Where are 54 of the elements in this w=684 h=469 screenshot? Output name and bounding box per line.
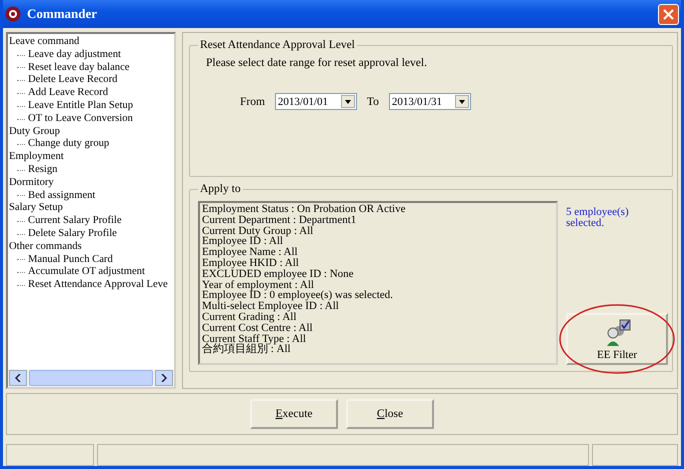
tree-node[interactable]: Leave command <box>9 36 173 49</box>
selected-count: 5 employee(s) selected. <box>566 207 630 229</box>
tree-node[interactable]: Other commands <box>9 240 173 254</box>
tree-item[interactable]: Add Leave Record <box>28 87 108 100</box>
criteria-line: Employee ID : All <box>202 236 283 248</box>
tree-item[interactable]: Bed assignment <box>28 190 96 202</box>
dropdown-caret-icon[interactable] <box>454 95 469 108</box>
tree-item[interactable]: Change duty group <box>28 138 110 152</box>
tree-item[interactable]: Leave day adjustment <box>28 48 121 62</box>
criteria-line: 合約項目組別 : All <box>202 344 292 356</box>
tree-item[interactable]: Delete Leave Record <box>28 74 118 88</box>
tree-node[interactable]: Salary Setup <box>9 202 173 216</box>
tree-item[interactable]: Leave Entitle Plan Setup <box>28 100 134 113</box>
criteria-line: Employee Name : All <box>202 247 298 258</box>
criteria-line: Multi-select Employee ID : All <box>202 301 340 312</box>
scroll-right-icon[interactable] <box>155 370 173 386</box>
dropdown-caret-icon[interactable] <box>340 95 355 108</box>
horizontal-scrollbar[interactable] <box>8 369 174 387</box>
to-label: To <box>366 96 379 108</box>
tree-node[interactable]: Duty Group <box>9 126 173 138</box>
criteria-line: Current Cost Centre : All <box>202 322 314 334</box>
tree-item[interactable]: Delete Salary Profile <box>28 228 117 241</box>
from-label: From <box>240 96 265 108</box>
tree-item[interactable]: Manual Punch Card <box>28 254 113 266</box>
criteria-line: Current Department : Department1 <box>202 214 358 226</box>
tree-node[interactable]: Dormitory <box>9 176 173 190</box>
tree-node[interactable]: Employment <box>9 151 173 164</box>
tree-item[interactable]: Resign <box>28 164 58 177</box>
app-icon <box>5 6 21 22</box>
tree-item[interactable]: Reset Attendance Approval Leve <box>28 279 168 292</box>
criteria-line: Current Grading : All <box>202 312 296 323</box>
criteria-line: Employment Status : On Probation OR Active <box>202 204 406 215</box>
tree-item[interactable]: Reset leave day balance <box>28 62 130 74</box>
scroll-left-icon[interactable] <box>9 370 27 386</box>
group-title: Apply to <box>199 183 242 195</box>
criteria-line: Current Staff Type : All <box>202 334 307 344</box>
to-date-field[interactable]: 2013/01/31 <box>388 93 471 110</box>
ee-filter-button[interactable]: EE Filter <box>566 313 668 365</box>
from-date-field[interactable]: 2013/01/01 <box>274 93 357 110</box>
criteria-line: Employee HKID : All <box>202 258 300 269</box>
criteria-line: Year of employment : All <box>202 280 314 290</box>
tree-item[interactable]: Current Salary Profile <box>28 215 122 228</box>
criteria-line: EXCLUDED employee ID : None <box>202 268 355 280</box>
group-title: Reset Attendance Approval Level <box>199 39 356 51</box>
window-title: Commander <box>27 6 98 22</box>
criteria-line: Current Duty Group : All <box>202 226 314 236</box>
execute-button[interactable]: Execute <box>250 399 338 429</box>
tree-item[interactable]: OT to Leave Conversion <box>28 112 133 126</box>
tree-item[interactable]: Accumulate OT adjustment <box>28 266 145 280</box>
instruction-text: Please select date range for reset approval level. <box>205 56 428 69</box>
close-icon <box>663 8 674 20</box>
close-dialog-button[interactable]: Close <box>346 399 434 429</box>
close-button[interactable] <box>658 4 679 24</box>
criteria-line: Employee ID : 0 employee(s) was selected. <box>202 290 394 302</box>
